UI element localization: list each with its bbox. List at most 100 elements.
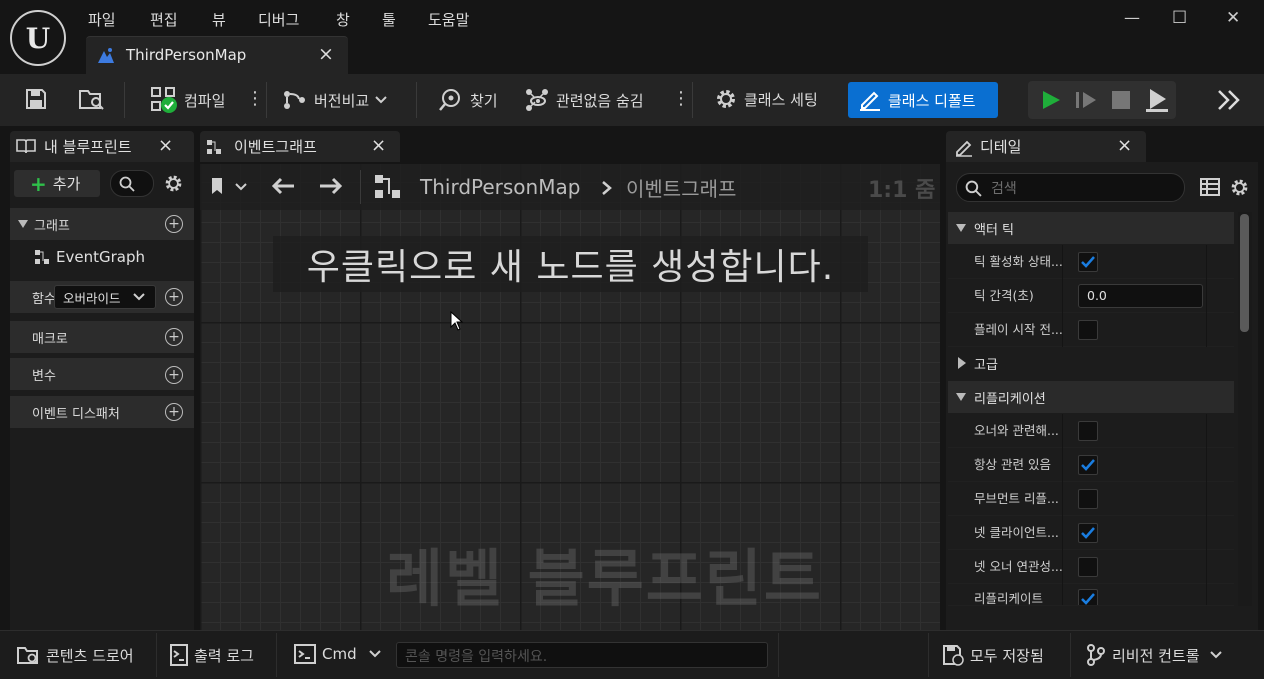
add-graph-icon[interactable]: + [165, 215, 183, 233]
event-graph-tab[interactable]: 이벤트그래프 × [200, 131, 400, 162]
expand-arrow-icon [956, 393, 966, 401]
play-icon[interactable] [1040, 89, 1062, 111]
unreal-logo-icon[interactable]: U [10, 10, 66, 66]
menu-debug[interactable]: 디버그 [258, 9, 299, 30]
expand-toolbar-icon[interactable] [1216, 89, 1242, 111]
close-window-button[interactable]: ✕ [1226, 8, 1240, 28]
eject-icon[interactable] [1144, 87, 1170, 113]
add-dispatcher-icon[interactable]: + [165, 403, 183, 421]
add-macro-icon[interactable]: + [165, 328, 183, 346]
column-divider [1206, 550, 1207, 584]
tick-interval-field[interactable]: 0.0 [1078, 284, 1203, 308]
find-button[interactable]: 찾기 [438, 87, 498, 113]
find-icon [439, 89, 460, 111]
compile-options-icon[interactable]: ⋮ [246, 88, 264, 109]
browse-folder-icon[interactable] [78, 86, 106, 112]
column-divider [1062, 550, 1063, 584]
output-log-button[interactable]: 출력 로그 [170, 644, 254, 666]
menu-tools[interactable]: 툴 [382, 9, 396, 30]
tab-close-icon[interactable]: × [371, 135, 386, 156]
more-options-icon[interactable]: ⋮ [672, 88, 690, 109]
settings-gear-icon[interactable] [1229, 177, 1250, 198]
back-arrow-icon[interactable] [270, 176, 296, 196]
class-defaults-button[interactable]: 클래스 디폴트 [848, 82, 998, 118]
graph-hint: 우클릭으로 새 노드를 생성합니다. [273, 236, 868, 292]
details-scrollbar-thumb[interactable] [1240, 214, 1249, 332]
settings-gear-icon[interactable] [163, 173, 184, 194]
bookmark-icon[interactable] [210, 176, 248, 196]
output-log-icon [170, 644, 188, 666]
menu-view[interactable]: 뷰 [212, 9, 226, 30]
event-graph-tab-title: 이벤트그래프 [234, 138, 317, 156]
column-divider [1206, 279, 1207, 313]
menu-file[interactable]: 파일 [88, 9, 116, 30]
panel-close-icon[interactable]: × [1117, 135, 1132, 156]
console-input[interactable]: 콘솔 명령을 입력하세요. [396, 642, 768, 668]
my-blueprint-tab[interactable]: 내 블루프린트 × [10, 131, 194, 162]
compile-button[interactable]: 컴파일 [150, 86, 225, 114]
hide-unrelated-button[interactable]: 관련없음 숨김 [524, 87, 644, 113]
add-function-icon[interactable]: + [165, 288, 183, 306]
detail-label: 플레이 시작 전... [974, 322, 1063, 337]
blueprint-search-input[interactable] [110, 170, 154, 197]
diff-button[interactable]: 버전비교 [282, 88, 387, 112]
save-icon[interactable] [24, 87, 48, 111]
check-icon [1081, 459, 1095, 471]
net-load-on-client-checkbox[interactable] [1078, 523, 1098, 543]
cmd-dropdown[interactable]: Cmd [294, 644, 381, 664]
menu-window[interactable]: 창 [336, 9, 350, 30]
maximize-button[interactable]: ☐ [1172, 8, 1187, 28]
menu-edit[interactable]: 편집 [150, 9, 178, 30]
column-divider [1062, 414, 1063, 448]
column-divider [1062, 516, 1063, 550]
details-tab[interactable]: 디테일 × [946, 131, 1146, 162]
minimize-button[interactable]: — [1124, 8, 1140, 27]
always-relevant-checkbox[interactable] [1078, 455, 1098, 475]
toolbar-separator [416, 82, 417, 118]
detail-row: 넷 오너 연관성... [948, 550, 1234, 584]
graphs-section-label: 그래프 [34, 218, 70, 234]
cmd-label: Cmd [322, 645, 357, 663]
graph-item-label: EventGraph [56, 248, 145, 266]
detail-label: 무브먼트 리플... [974, 491, 1059, 506]
output-log-label: 출력 로그 [194, 646, 254, 665]
actor-tick-section[interactable]: 액터 틱 [948, 212, 1234, 244]
menu-help[interactable]: 도움말 [428, 9, 469, 30]
content-drawer-button[interactable]: 콘텐츠 드로어 [16, 644, 134, 666]
column-divider [1206, 448, 1207, 482]
override-dropdown[interactable]: 오버라이드 [54, 285, 156, 309]
replication-label: 리플리케이션 [974, 391, 1046, 407]
document-tab[interactable]: ThirdPersonMap × [86, 36, 348, 74]
detail-label: 넷 오너 연관성... [974, 559, 1063, 574]
stop-icon[interactable] [1110, 89, 1132, 111]
replicate-movement-checkbox[interactable] [1078, 489, 1098, 509]
class-settings-button[interactable]: 클래스 세팅 [714, 87, 818, 111]
chevron-right-icon [602, 181, 612, 195]
table-view-icon[interactable] [1200, 178, 1220, 196]
column-divider [1062, 584, 1063, 605]
details-pencil-icon [956, 140, 972, 157]
details-search-input[interactable]: 검색 [956, 173, 1185, 202]
only-relevant-to-owner-checkbox[interactable] [1078, 421, 1098, 441]
add-button[interactable]: + 추가 [14, 170, 100, 197]
toolbar-separator [124, 82, 125, 118]
forward-arrow-icon[interactable] [318, 176, 344, 196]
panel-close-icon[interactable]: × [158, 135, 173, 156]
net-use-owner-relevancy-checkbox[interactable] [1078, 557, 1098, 577]
breadcrumb-root[interactable]: ThirdPersonMap [420, 175, 580, 199]
column-divider [1062, 245, 1063, 279]
save-all-button[interactable]: 모두 저장됨 [942, 644, 1044, 666]
add-variable-icon[interactable]: + [165, 366, 183, 384]
replication-section[interactable]: 리플리케이션 [948, 381, 1234, 413]
class-defaults-label: 클래스 디폴트 [888, 91, 976, 110]
replicates-checkbox[interactable] [1078, 589, 1098, 605]
step-forward-icon[interactable] [1074, 89, 1098, 111]
column-divider [1062, 279, 1063, 313]
revision-control-button[interactable]: 리비전 컨트롤 [1086, 644, 1222, 666]
advanced-section[interactable]: 고급 [948, 347, 1234, 379]
tick-before-play-checkbox[interactable] [1078, 320, 1098, 340]
tab-close-icon[interactable]: × [318, 43, 334, 65]
graph-item-eventgraph[interactable]: EventGraph [34, 248, 145, 266]
expand-arrow-icon [956, 224, 966, 232]
tick-enabled-checkbox[interactable] [1078, 252, 1098, 272]
